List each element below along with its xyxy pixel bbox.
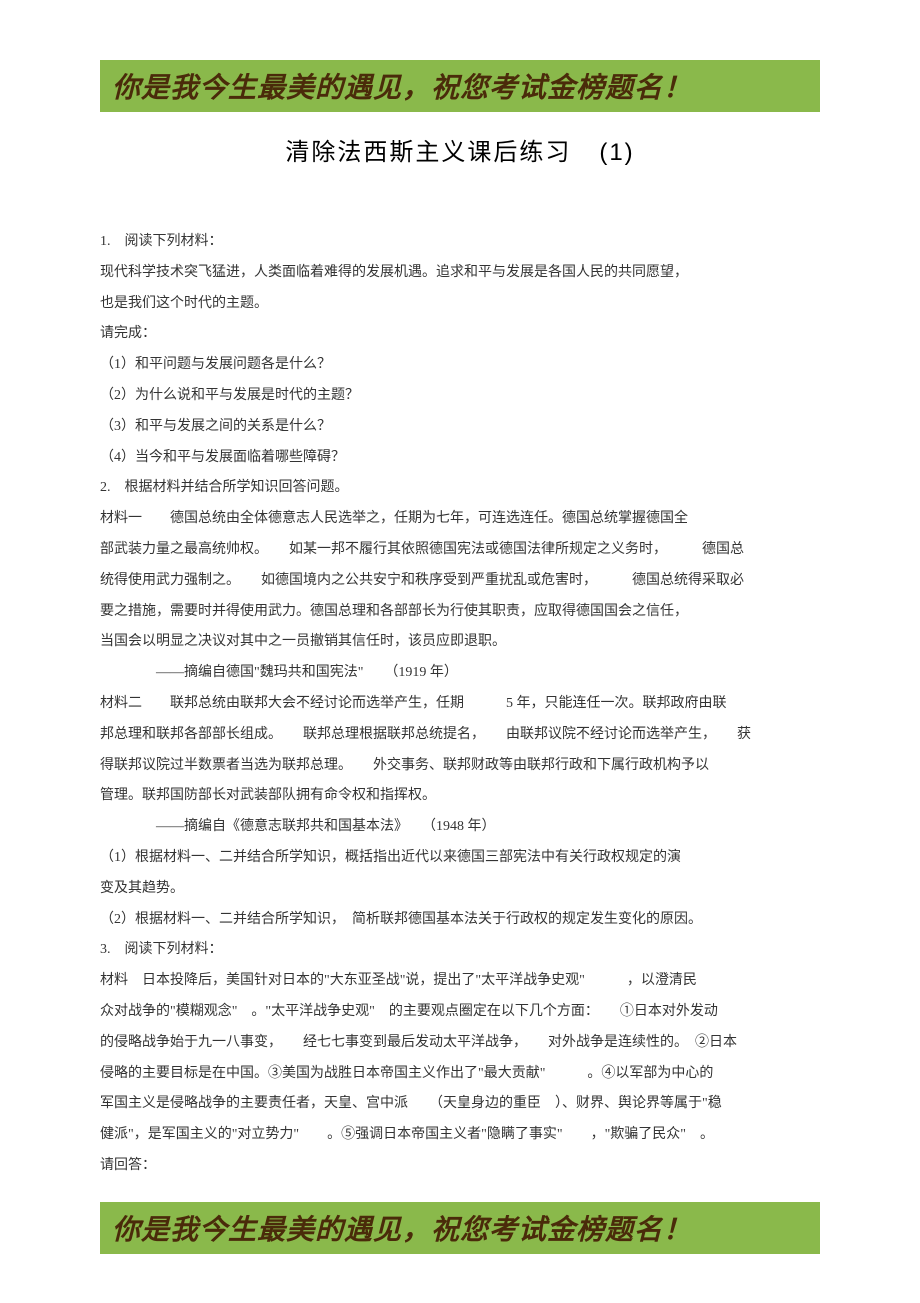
line-14: 当国会以明显之决议对其中之一员撤销其信任时，该员应即退职。 xyxy=(100,627,820,658)
document-body: 1. 阅读下列材料： 现代科学技术突飞猛进，人类面临着难得的发展机遇。追求和平与… xyxy=(100,227,820,1182)
line-2: 现代科学技术突飞猛进，人类面临着难得的发展机遇。追求和平与发展是各国人民的共同愿… xyxy=(100,258,820,289)
line-10: 材料一 德国总统由全体德意志人民选举之，任期为七年，可连选连任。德国总统掌握德国… xyxy=(100,504,820,535)
page-title: 清除法西斯主义课后练习 (1) xyxy=(100,132,820,167)
line-21: （1）根据材料一、二并结合所学知识，概括指出近代以来德国三部宪法中有关行政权规定… xyxy=(100,843,820,874)
line-13: 要之措施，需要时并得使用武力。德国总理和各部部长为行使其职责，应取得德国国会之信… xyxy=(100,597,820,628)
line-20: ——摘编自《德意志联邦共和国基本法》 （1948 年） xyxy=(100,812,820,843)
line-23: （2）根据材料一、二并结合所学知识， 简析联邦德国基本法关于行政权的规定发生变化… xyxy=(100,905,820,936)
banner-text-top: 你是我今生最美的遇见，祝您考试金榜题名！ xyxy=(112,73,692,104)
line-1: 1. 阅读下列材料： xyxy=(100,227,820,258)
line-17: 邦总理和联邦各部部长组成。 联邦总理根据联邦总统提名， 由联邦议院不经讨论而选举… xyxy=(100,720,820,751)
line-29: 军国主义是侵略战争的主要责任者，天皇、宫中派 （天皇身边的重臣 ）、财界、舆论界… xyxy=(100,1089,820,1120)
title-number: (1) xyxy=(599,139,634,166)
line-16: 材料二 联邦总统由联邦大会不经讨论而选举产生，任期 5 年，只能连任一次。联邦政… xyxy=(100,689,820,720)
line-3: 也是我们这个时代的主题。 xyxy=(100,289,820,320)
line-7: （3）和平与发展之间的关系是什么？ xyxy=(100,412,820,443)
line-27: 的侵略战争始于九一八事变， 经七七事变到最后发动太平洋战争， 对外战争是连续性的… xyxy=(100,1028,820,1059)
line-26: 众对战争的"模糊观念" 。"太平洋战争史观" 的主要观点圈定在以下几个方面： ①… xyxy=(100,997,820,1028)
line-11: 部武装力量之最高统帅权。 如某一邦不履行其依照德国宪法或德国法律所规定之义务时，… xyxy=(100,535,820,566)
line-19: 管理。联邦国防部长对武装部队拥有命令权和指挥权。 xyxy=(100,781,820,812)
line-8: （4）当今和平与发展面临着哪些障碍？ xyxy=(100,443,820,474)
line-25: 材料 日本投降后，美国针对日本的"大东亚圣战"说，提出了"太平洋战争史观" ，以… xyxy=(100,966,820,997)
top-banner: 你是我今生最美的遇见，祝您考试金榜题名！ xyxy=(100,60,820,112)
title-main: 清除法西斯主义课后练习 xyxy=(285,140,571,166)
line-15: ——摘编自德国"魏玛共和国宪法" （1919 年） xyxy=(100,658,820,689)
line-6: （2）为什么说和平与发展是时代的主题？ xyxy=(100,381,820,412)
line-24: 3. 阅读下列材料： xyxy=(100,935,820,966)
line-9: 2. 根据材料并结合所学知识回答问题。 xyxy=(100,473,820,504)
banner-text-bottom: 你是我今生最美的遇见，祝您考试金榜题名！ xyxy=(112,1215,692,1246)
line-18: 得联邦议院过半数票者当选为联邦总理。 外交事务、联邦财政等由联邦行政和下属行政机… xyxy=(100,751,820,782)
line-28: 侵略的主要目标是在中国。③美国为战胜日本帝国主义作出了"最大贡献" 。④以军部为… xyxy=(100,1059,820,1090)
line-31: 请回答： xyxy=(100,1151,820,1182)
line-30: 健派"，是军国主义的"对立势力" 。⑤强调日本帝国主义者"隐瞒了事实" ，"欺骗… xyxy=(100,1120,820,1151)
bottom-banner: 你是我今生最美的遇见，祝您考试金榜题名！ xyxy=(100,1202,820,1254)
line-5: （1）和平问题与发展问题各是什么？ xyxy=(100,350,820,381)
line-22: 变及其趋势。 xyxy=(100,874,820,905)
line-4: 请完成： xyxy=(100,319,820,350)
line-12: 统得使用武力强制之。 如德国境内之公共安宁和秩序受到严重扰乱或危害时， 德国总统… xyxy=(100,566,820,597)
